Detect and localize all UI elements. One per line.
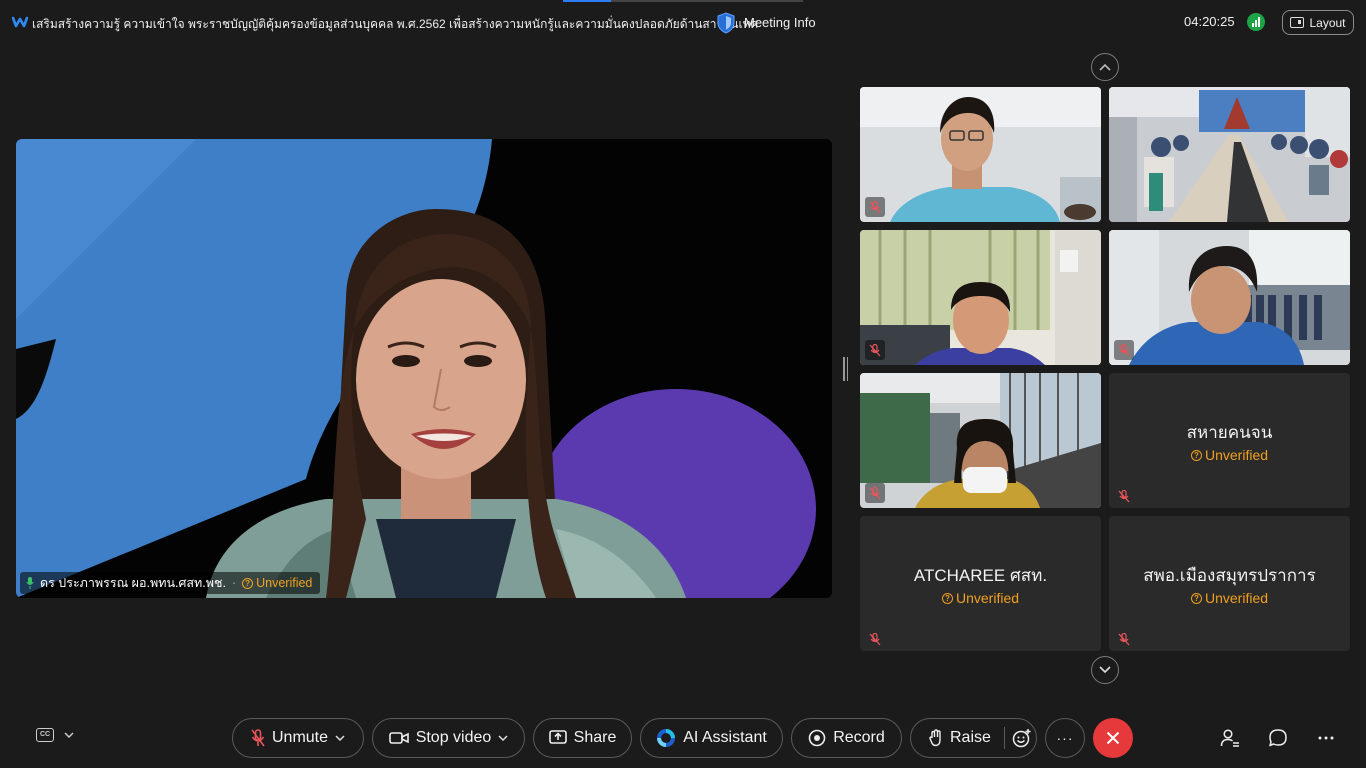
participant-tile[interactable]: ATCHAREE ศสท. ? Unverified (860, 516, 1101, 651)
participant-status: Unverified (1204, 590, 1269, 606)
divider (1003, 727, 1005, 749)
speaker-name: ดร ประภาพรรณ ผอ.พทน.ศสท.พช. (40, 576, 226, 590)
participant-tile[interactable] (1109, 87, 1350, 222)
chevron-up-icon (1099, 63, 1111, 71)
participant-video (860, 373, 1101, 508)
chevron-down-icon (1099, 666, 1111, 674)
unverified-icon: ? (1190, 592, 1202, 604)
chat-button[interactable] (1267, 727, 1289, 749)
mic-muted-icon (865, 340, 885, 360)
meeting-timer: 04:20:25 (1184, 14, 1235, 29)
mic-muted-icon (1114, 629, 1134, 649)
participant-status: Unverified (1204, 447, 1269, 463)
unmute-button[interactable]: Unmute (232, 718, 364, 758)
participant-tile[interactable] (860, 373, 1101, 508)
stop-video-button[interactable]: Stop video (372, 718, 525, 758)
closed-captions-icon: CC (36, 728, 54, 742)
mic-muted-icon (865, 629, 885, 649)
top-bar: เสริมสร้างความรู้ ความเข้าใจ พระราชบัญญั… (0, 0, 1366, 46)
share-label: Share (573, 729, 617, 746)
participants-button[interactable] (1219, 727, 1241, 749)
meeting-info-link[interactable]: Meeting Info (744, 15, 816, 30)
panel-resize-handle[interactable] (843, 357, 849, 381)
chevron-down-icon (64, 732, 74, 738)
record-icon (808, 729, 826, 747)
ai-assistant-button[interactable]: AI Assistant (640, 718, 783, 758)
layout-label: Layout (1309, 15, 1346, 30)
more-options-icon: ··· (1056, 730, 1074, 746)
network-signal-icon[interactable] (1247, 13, 1265, 31)
participant-tile[interactable] (1109, 230, 1350, 365)
participants-icon (1220, 729, 1239, 747)
closed-captions-button[interactable]: CC (36, 728, 74, 742)
participant-video (1109, 87, 1350, 222)
participant-video (860, 230, 1101, 365)
shield-icon[interactable] (716, 12, 736, 34)
participant-name: ATCHAREE ศสท. (913, 566, 1048, 585)
scroll-down-button[interactable] (1091, 656, 1119, 684)
stop-video-label: Stop video (415, 729, 492, 746)
participant-unverified-badge: ? Unverified (1109, 590, 1350, 606)
participant-tile[interactable]: สพอ.เมืองสมุทรปราการ ? Unverified (1109, 516, 1350, 651)
speaker-status: Unverified (256, 576, 313, 590)
meeting-title: เสริมสร้างความรู้ ความเข้าใจ พระราชบัญญั… (32, 17, 759, 31)
participant-tile[interactable]: สหายคนจน ? Unverified (1109, 373, 1350, 508)
participant-tile[interactable] (860, 87, 1101, 222)
participant-name: สหายคนจน (1186, 423, 1273, 442)
share-screen-icon (548, 730, 567, 744)
unmute-label: Unmute (271, 729, 329, 746)
chevron-down-icon[interactable] (335, 735, 345, 741)
raise-hand-button[interactable]: Raise (910, 718, 1037, 758)
ai-assistant-icon (657, 729, 676, 747)
mic-muted-icon (251, 729, 265, 747)
participant-unverified-badge: ? Unverified (1109, 447, 1350, 463)
layout-icon (1290, 17, 1305, 28)
unverified-icon: ? (242, 577, 254, 589)
mic-active-icon (26, 577, 34, 589)
mic-muted-icon (1114, 486, 1134, 506)
video-camera-icon (388, 732, 409, 744)
more-options-button[interactable]: ··· (1045, 718, 1085, 758)
raise-label: Raise (950, 729, 991, 746)
raise-hand-icon (929, 729, 941, 747)
chat-icon (1269, 729, 1287, 747)
more-horizontal-icon (1318, 736, 1334, 740)
record-label: Record (833, 729, 885, 746)
speaker-video-frame (16, 139, 832, 598)
participant-video (860, 87, 1101, 222)
unverified-icon: ? (941, 592, 953, 604)
mic-muted-icon (1114, 340, 1134, 360)
participant-status: Unverified (955, 590, 1020, 606)
active-speaker-video[interactable]: ดร ประภาพรรณ ผอ.พทน.ศสท.พช. · ? Unverifi… (16, 139, 832, 598)
participant-unverified-badge: ? Unverified (860, 590, 1101, 606)
unverified-icon: ? (1190, 449, 1202, 461)
mic-muted-icon (865, 483, 885, 503)
reactions-icon[interactable] (1012, 728, 1032, 748)
speaker-name-tag: ดร ประภาพรรณ ผอ.พทน.ศสท.พช. · ? Unverifi… (20, 572, 321, 594)
close-icon (1106, 731, 1120, 745)
participant-name: สพอ.เมืองสมุทรปราการ (1143, 566, 1316, 585)
record-button[interactable]: Record (791, 718, 902, 758)
mic-muted-icon (865, 197, 885, 217)
more-panels-button[interactable] (1315, 727, 1337, 749)
share-button[interactable]: Share (533, 718, 632, 758)
top-drag-indicator (563, 0, 803, 2)
speaker-unverified-badge: ? Unverified (242, 576, 312, 590)
participant-video (1109, 230, 1350, 365)
leave-meeting-button[interactable] (1093, 718, 1133, 758)
ai-assistant-label: AI Assistant (683, 729, 767, 746)
chevron-down-icon[interactable] (498, 735, 508, 741)
layout-button[interactable]: Layout (1282, 10, 1354, 35)
scroll-up-button[interactable] (1091, 53, 1119, 81)
webex-logo-icon (12, 16, 28, 28)
participant-tile[interactable] (860, 230, 1101, 365)
